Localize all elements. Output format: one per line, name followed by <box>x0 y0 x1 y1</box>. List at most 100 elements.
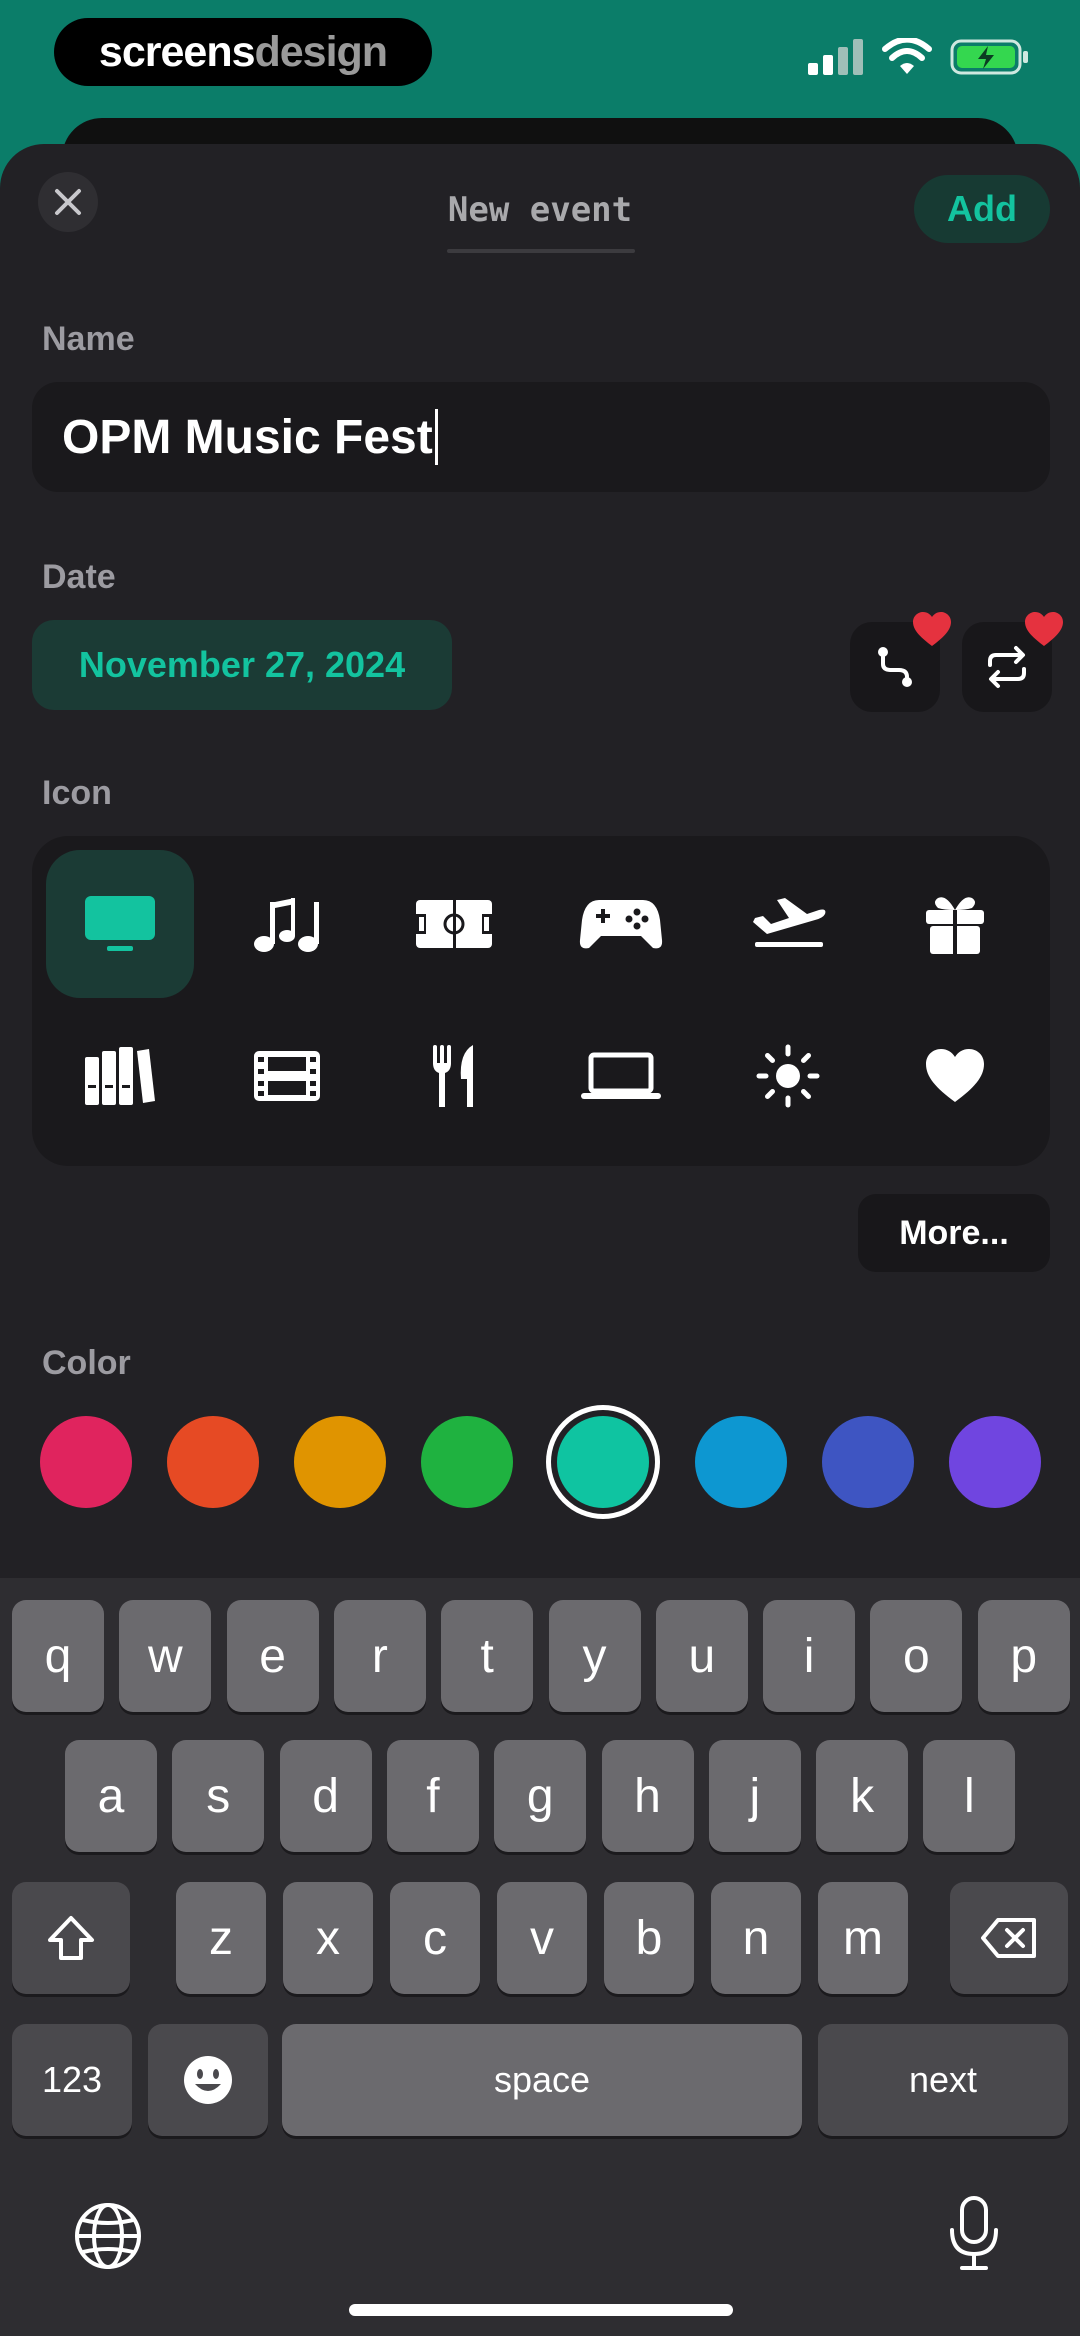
sheet-header: New event Add <box>0 144 1080 284</box>
icon-option-books[interactable] <box>46 1002 194 1150</box>
repeat-button[interactable] <box>962 612 1063 712</box>
key-w[interactable]: w <box>119 1600 212 1712</box>
key-l[interactable]: l <box>923 1740 1016 1852</box>
premium-heart-badge-icon <box>1025 612 1063 646</box>
icon-option-gamepad[interactable] <box>547 850 695 998</box>
icon-option-dining[interactable] <box>380 1002 528 1150</box>
heart-icon <box>926 1049 984 1102</box>
gamepad-icon <box>579 900 663 949</box>
brand-part-1: screens <box>98 27 256 76</box>
color-label: Color <box>42 1344 131 1382</box>
icon-option-laptop[interactable] <box>547 1002 695 1150</box>
key-q[interactable]: q <box>12 1600 104 1712</box>
key-g[interactable]: g <box>494 1740 587 1852</box>
key-k[interactable]: k <box>816 1740 909 1852</box>
wifi-icon <box>882 38 932 74</box>
stadium-icon <box>416 900 492 948</box>
color-swatch-amber[interactable] <box>294 1416 386 1508</box>
date-label: Date <box>42 558 116 596</box>
icon-option-airplane[interactable] <box>714 850 862 998</box>
brand-logo: screens design <box>54 18 432 86</box>
key-o[interactable]: o <box>870 1600 963 1712</box>
backspace-icon <box>981 1918 1036 1958</box>
color-swatch-crimson[interactable] <box>40 1416 132 1508</box>
signal-icon <box>808 39 863 75</box>
color-swatch-orange-red[interactable] <box>167 1416 259 1508</box>
color-swatch-green[interactable] <box>421 1416 513 1508</box>
globe-key[interactable] <box>68 2196 148 2276</box>
add-button[interactable]: Add <box>914 175 1050 243</box>
tv-icon <box>85 896 155 951</box>
home-indicator <box>349 2304 733 2316</box>
dictation-key[interactable] <box>934 2194 1014 2274</box>
color-swatch-blue[interactable] <box>695 1416 787 1508</box>
icon-label: Icon <box>42 774 112 812</box>
key-u[interactable]: u <box>655 1600 748 1712</box>
key-s[interactable]: s <box>172 1740 265 1852</box>
icon-option-gift[interactable] <box>881 850 1029 998</box>
color-swatch-teal[interactable] <box>557 1416 649 1508</box>
shift-icon <box>48 1916 94 1960</box>
key-b[interactable]: b <box>604 1882 694 1994</box>
name-input[interactable]: OPM Music Fest <box>32 382 1050 492</box>
color-swatch-indigo[interactable] <box>822 1416 914 1508</box>
icon-option-heart[interactable] <box>881 1002 1029 1150</box>
status-icons <box>808 38 1030 76</box>
key-c[interactable]: c <box>390 1882 480 1994</box>
emoji-key[interactable] <box>148 2024 268 2136</box>
key-y[interactable]: y <box>548 1600 641 1712</box>
film-icon <box>254 1051 320 1101</box>
microphone-icon <box>950 2196 998 2270</box>
key-z[interactable]: z <box>176 1882 266 1994</box>
laptop-icon <box>581 1052 661 1099</box>
name-input-value: OPM Music Fest <box>62 410 433 464</box>
more-icons-button[interactable]: More... <box>858 1194 1050 1272</box>
numbers-key[interactable]: 123 <box>12 2024 132 2136</box>
emoji-icon <box>184 2056 232 2104</box>
icon-option-film[interactable] <box>213 1002 361 1150</box>
key-v[interactable]: v <box>497 1882 587 1994</box>
fork-knife-icon <box>433 1045 473 1107</box>
route-icon <box>878 647 912 687</box>
key-p[interactable]: p <box>977 1600 1070 1712</box>
next-key[interactable]: next <box>818 2024 1068 2136</box>
icon-picker-grid <box>32 836 1050 1166</box>
key-j[interactable]: j <box>708 1740 801 1852</box>
status-bar: screens design <box>0 0 1080 130</box>
brand-part-2: design <box>254 27 389 76</box>
airplane-icon <box>753 898 826 947</box>
repeat-icon <box>988 646 1026 688</box>
key-f[interactable]: f <box>386 1740 479 1852</box>
icon-option-sun[interactable] <box>714 1002 862 1150</box>
globe-icon <box>75 2203 141 2269</box>
key-e[interactable]: e <box>226 1600 319 1712</box>
premium-heart-badge-icon <box>913 612 951 646</box>
key-r[interactable]: r <box>333 1600 426 1712</box>
key-n[interactable]: n <box>711 1882 801 1994</box>
space-key[interactable]: space <box>282 2024 802 2136</box>
title-underline <box>447 249 635 253</box>
key-h[interactable]: h <box>601 1740 694 1852</box>
icon-option-stadium[interactable] <box>380 850 528 998</box>
battery-icon <box>950 39 1028 75</box>
route-button[interactable] <box>850 612 951 712</box>
icon-option-tv[interactable] <box>46 850 194 998</box>
gift-icon <box>926 897 984 954</box>
books-icon <box>85 1047 155 1105</box>
on-screen-keyboard: qwertyuiop asdfghjkl zxcvbnm 123 space n… <box>0 1578 1080 2336</box>
shift-key[interactable] <box>12 1882 130 1994</box>
color-swatch-purple[interactable] <box>949 1416 1041 1508</box>
text-caret <box>434 409 438 465</box>
key-d[interactable]: d <box>279 1740 372 1852</box>
key-a[interactable]: a <box>65 1740 157 1852</box>
key-i[interactable]: i <box>763 1600 856 1712</box>
date-picker-button[interactable]: November 27, 2024 <box>32 620 452 710</box>
key-m[interactable]: m <box>818 1882 908 1994</box>
icon-option-music[interactable] <box>213 850 361 998</box>
sun-icon <box>756 1044 820 1108</box>
name-label: Name <box>42 320 135 358</box>
music-notes-icon <box>254 898 319 952</box>
key-t[interactable]: t <box>441 1600 534 1712</box>
backspace-key[interactable] <box>950 1882 1068 1994</box>
key-x[interactable]: x <box>283 1882 373 1994</box>
